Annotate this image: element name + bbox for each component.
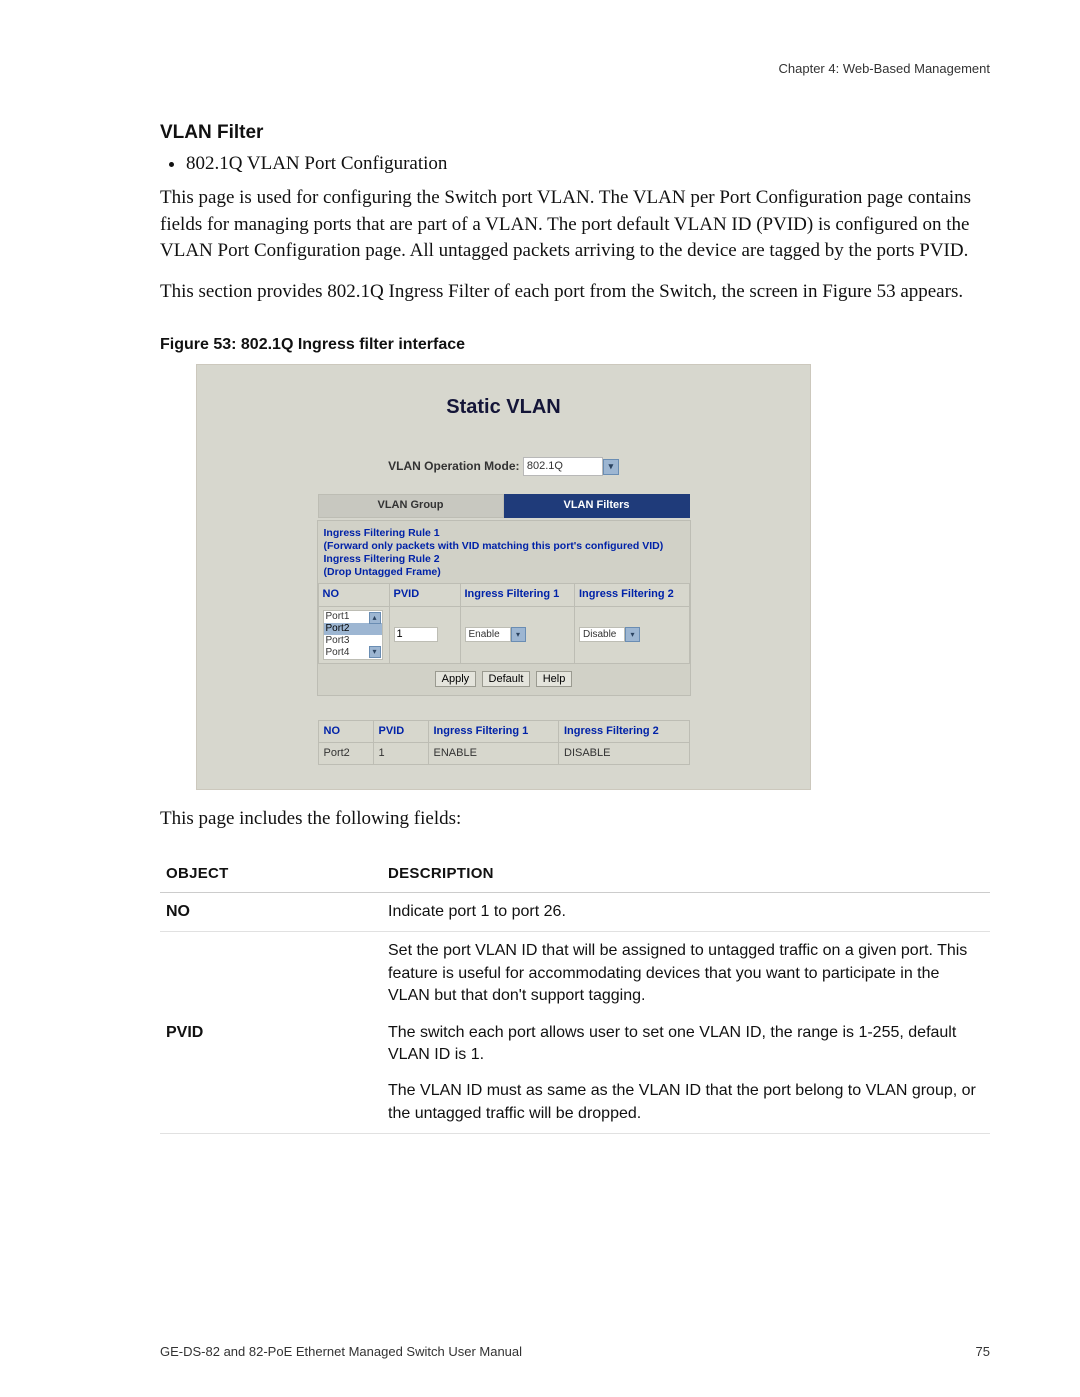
rule2-title: Ingress Filtering Rule 2 bbox=[324, 553, 684, 566]
bullet-list: 802.1Q VLAN Port Configuration bbox=[160, 151, 990, 178]
result-row: Port2 1 ENABLE DISABLE bbox=[318, 743, 689, 765]
obj-cell: NO bbox=[160, 893, 382, 932]
after-figure-paragraph: This page includes the following fields: bbox=[160, 806, 990, 833]
bullet-item: 802.1Q VLAN Port Configuration bbox=[186, 151, 990, 178]
object-description-table: OBJECT DESCRIPTION NO Indicate port 1 to… bbox=[160, 855, 990, 1134]
pvid-input[interactable] bbox=[394, 627, 438, 642]
op-mode-select[interactable]: 802.1Q bbox=[523, 457, 603, 476]
rule1-desc: (Forward only packets with VID matching … bbox=[324, 540, 684, 553]
footer-manual-title: GE-DS-82 and 82-PoE Ethernet Managed Swi… bbox=[160, 1343, 522, 1361]
res-col-no: NO bbox=[318, 720, 373, 742]
ingress-rule-text: Ingress Filtering Rule 1 (Forward only p… bbox=[318, 521, 690, 584]
tab-vlan-filters[interactable]: VLAN Filters bbox=[504, 494, 690, 517]
obj-header: OBJECT bbox=[160, 855, 382, 893]
figure-caption: Figure 53: 802.1Q Ingress filter interfa… bbox=[160, 334, 990, 356]
res-pvid: 1 bbox=[373, 743, 428, 765]
vlan-op-mode-row: VLAN Operation Mode: 802.1Q▾ bbox=[197, 457, 810, 476]
table-row: PVID Set the port VLAN ID that will be a… bbox=[160, 932, 990, 1134]
rule1-title: Ingress Filtering Rule 1 bbox=[324, 527, 684, 540]
port-listbox-cell: ▴ Port1 Port2 Port3 Port4 ▾ bbox=[318, 606, 389, 663]
desc-cell: Set the port VLAN ID that will be assign… bbox=[382, 932, 990, 1134]
obj-cell: PVID bbox=[160, 932, 382, 1134]
desc-paragraph: The switch each port allows user to set … bbox=[388, 1022, 984, 1067]
running-header: Chapter 4: Web-Based Management bbox=[779, 60, 991, 78]
res-if2: DISABLE bbox=[559, 743, 690, 765]
desc-paragraph: The VLAN ID must as same as the VLAN ID … bbox=[388, 1080, 984, 1125]
if1-value: Enable bbox=[465, 627, 511, 642]
port-listbox[interactable]: ▴ Port1 Port2 Port3 Port4 ▾ bbox=[323, 610, 383, 660]
vlan-tabs: VLAN Group VLAN Filters bbox=[318, 494, 690, 517]
body-paragraph-2: This section provides 802.1Q Ingress Fil… bbox=[160, 279, 990, 306]
chevron-down-icon[interactable]: ▾ bbox=[625, 627, 640, 642]
footer-page-number: 75 bbox=[976, 1343, 990, 1361]
listbox-down-icon[interactable]: ▾ bbox=[369, 646, 381, 658]
res-port: Port2 bbox=[318, 743, 373, 765]
col-if1: Ingress Filtering 1 bbox=[460, 584, 575, 606]
embedded-screenshot: Static VLAN VLAN Operation Mode: 802.1Q▾… bbox=[196, 364, 811, 790]
res-col-pvid: PVID bbox=[373, 720, 428, 742]
section-title: VLAN Filter bbox=[160, 120, 990, 147]
rule2-desc: (Drop Untagged Frame) bbox=[324, 566, 684, 579]
if2-value: Disable bbox=[579, 627, 625, 642]
if2-cell: Disable ▾ bbox=[575, 606, 690, 663]
port-item-2[interactable]: Port2 bbox=[324, 623, 382, 635]
default-button[interactable]: Default bbox=[482, 671, 531, 687]
res-if1: ENABLE bbox=[428, 743, 559, 765]
result-table: NO PVID Ingress Filtering 1 Ingress Filt… bbox=[318, 720, 690, 766]
help-button[interactable]: Help bbox=[536, 671, 573, 687]
col-pvid: PVID bbox=[389, 584, 460, 606]
col-no: NO bbox=[318, 584, 389, 606]
desc-header: DESCRIPTION bbox=[382, 855, 990, 893]
pvid-cell bbox=[389, 606, 460, 663]
button-row: Apply Default Help bbox=[318, 664, 690, 695]
static-vlan-title: Static VLAN bbox=[197, 393, 810, 421]
table-row: NO Indicate port 1 to port 26. bbox=[160, 893, 990, 932]
desc-paragraph: Set the port VLAN ID that will be assign… bbox=[388, 940, 984, 1007]
if1-cell: Enable ▾ bbox=[460, 606, 575, 663]
body-paragraph-1: This page is used for configuring the Sw… bbox=[160, 185, 990, 265]
if2-dropdown[interactable]: Disable ▾ bbox=[579, 627, 640, 642]
op-mode-dropdown-icon[interactable]: ▾ bbox=[603, 459, 619, 475]
listbox-up-icon[interactable]: ▴ bbox=[369, 612, 381, 624]
res-col-if2: Ingress Filtering 2 bbox=[559, 720, 690, 742]
chevron-down-icon[interactable]: ▾ bbox=[511, 627, 526, 642]
filter-config-table: NO PVID Ingress Filtering 1 Ingress Filt… bbox=[318, 583, 690, 663]
vlan-filter-config-panel: Ingress Filtering Rule 1 (Forward only p… bbox=[317, 520, 691, 696]
if1-dropdown[interactable]: Enable ▾ bbox=[465, 627, 526, 642]
op-mode-label: VLAN Operation Mode: bbox=[388, 459, 519, 473]
col-if2: Ingress Filtering 2 bbox=[575, 584, 690, 606]
apply-button[interactable]: Apply bbox=[435, 671, 477, 687]
tab-vlan-group[interactable]: VLAN Group bbox=[318, 494, 504, 517]
desc-cell: Indicate port 1 to port 26. bbox=[382, 893, 990, 932]
res-col-if1: Ingress Filtering 1 bbox=[428, 720, 559, 742]
